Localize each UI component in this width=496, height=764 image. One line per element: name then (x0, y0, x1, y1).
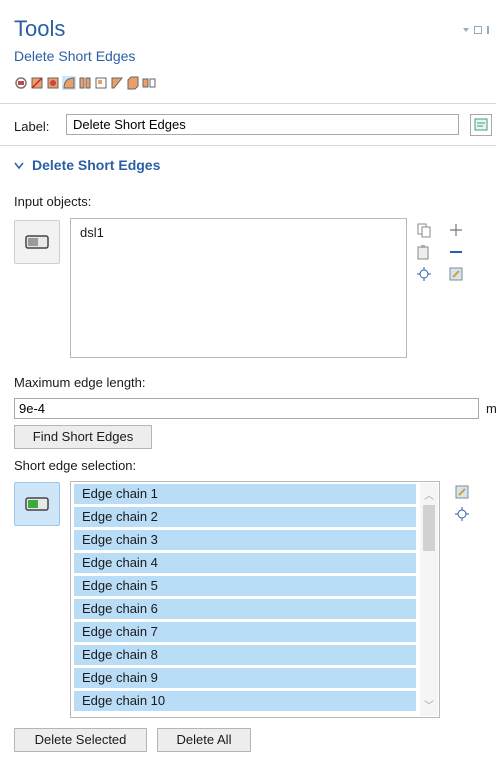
label-options-button[interactable] (470, 114, 492, 136)
scroll-down-icon[interactable]: ﹀ (424, 697, 434, 712)
input-objects-actions (416, 222, 468, 282)
edge-selection-actions (454, 484, 470, 522)
scroll-up-icon[interactable]: ︿ (424, 487, 434, 502)
window-title: Tools (14, 16, 66, 41)
maximize-icon[interactable] (474, 22, 482, 34)
delete-selected-button[interactable]: Delete Selected (14, 728, 147, 752)
clear-selection-icon[interactable] (448, 266, 464, 282)
fillet-icon[interactable] (62, 76, 76, 90)
label-field[interactable] (66, 114, 459, 135)
copy-icon[interactable] (416, 222, 432, 238)
add-icon[interactable] (448, 222, 464, 238)
delete-all-button[interactable]: Delete All (157, 728, 251, 752)
list-item[interactable]: Edge chain 7 (74, 622, 416, 642)
list-item[interactable]: Edge chain 6 (74, 599, 416, 619)
max-edge-input[interactable] (14, 398, 479, 419)
edge-icon[interactable] (30, 76, 44, 90)
list-scrollbar[interactable]: ︿ ﹀ (420, 483, 438, 716)
geometry-toolbar (14, 76, 156, 90)
list-item[interactable]: Edge chain 9 (74, 668, 416, 688)
list-item[interactable]: Edge chain 1 (74, 484, 416, 504)
input-objects-label: Input objects: (14, 194, 92, 209)
selection-toggle-icon (25, 497, 49, 511)
dropdown-icon[interactable] (462, 22, 470, 32)
short-edge-list[interactable]: Edge chain 1 Edge chain 2 Edge chain 3 E… (70, 481, 440, 718)
node-subtitle: Delete Short Edges (14, 48, 136, 64)
list-item[interactable]: Edge chain 10 (74, 691, 416, 711)
merge-icon[interactable] (94, 76, 108, 90)
paste-icon[interactable] (416, 244, 432, 260)
list-item[interactable]: Edge chain 2 (74, 507, 416, 527)
edge-selection-toggle[interactable] (14, 482, 60, 526)
scroll-thumb[interactable] (423, 505, 435, 551)
divider (0, 145, 496, 146)
split-icon[interactable] (78, 76, 92, 90)
edit-label-icon (474, 118, 488, 131)
input-objects-list[interactable]: dsl1 (70, 218, 407, 358)
remove-icon[interactable] (448, 244, 464, 260)
short-edge-label: Short edge selection: (14, 458, 137, 473)
divider (0, 103, 496, 104)
list-item[interactable]: Edge chain 3 (74, 530, 416, 550)
zoom-to-selection-icon[interactable] (416, 266, 432, 282)
selection-toggle-icon (25, 235, 49, 249)
list-item[interactable]: dsl1 (71, 219, 406, 240)
input-selection-toggle[interactable] (14, 220, 60, 264)
zoom-to-selection-icon[interactable] (454, 506, 470, 522)
face-icon[interactable] (46, 76, 60, 90)
label-caption: Label: (14, 119, 50, 134)
virtual-ops-icon[interactable] (14, 76, 28, 90)
list-item[interactable]: Edge chain 8 (74, 645, 416, 665)
ignore-icon[interactable] (142, 76, 156, 90)
max-edge-unit: m (486, 401, 496, 416)
max-edge-label: Maximum edge length: (14, 375, 146, 390)
list-item[interactable]: Edge chain 5 (74, 576, 416, 596)
collapse-icon[interactable] (110, 76, 124, 90)
list-item[interactable]: Edge chain 4 (74, 553, 416, 573)
section-title: Delete Short Edges (32, 157, 161, 173)
clear-selection-icon[interactable] (454, 484, 470, 500)
solid-icon[interactable] (126, 76, 140, 90)
window-controls (462, 22, 494, 34)
section-header[interactable]: Delete Short Edges (14, 157, 160, 173)
pin-icon[interactable] (486, 22, 494, 34)
find-short-edges-button[interactable]: Find Short Edges (14, 425, 152, 449)
chevron-down-icon (14, 157, 24, 173)
